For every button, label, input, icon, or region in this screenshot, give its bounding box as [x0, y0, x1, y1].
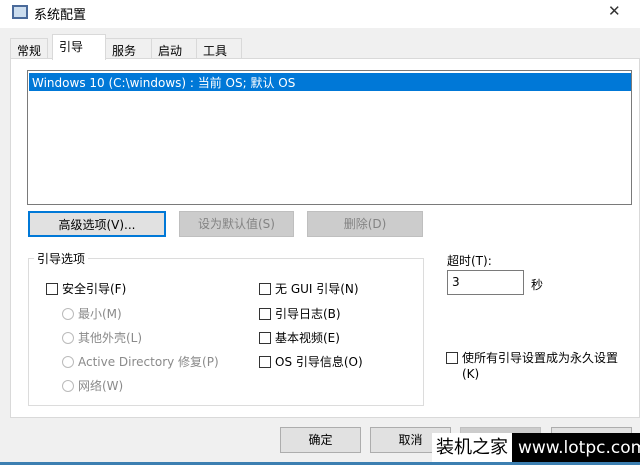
watermark-url: www.lotpc.com — [512, 433, 640, 463]
network-radio[interactable]: 网络(W) — [62, 377, 123, 394]
checkbox-icon — [46, 282, 58, 295]
watermark-text: 装机之家 — [432, 433, 512, 463]
alt-shell-radio[interactable]: 其他外壳(L) — [62, 329, 142, 346]
ok-button[interactable]: 确定 — [280, 427, 361, 453]
title-bar: 系统配置 ✕ — [0, 0, 640, 28]
network-label: 网络(W) — [78, 379, 124, 393]
os-info-label: OS 引导信息(O) — [275, 355, 363, 369]
tab-general[interactable]: 常规 — [10, 38, 49, 59]
radio-icon — [62, 379, 74, 392]
boot-log-label: 引导日志(B) — [275, 307, 341, 321]
radio-icon — [62, 307, 74, 320]
tab-services[interactable]: 服务 — [105, 38, 152, 59]
radio-icon — [62, 331, 74, 344]
permanent-label: 使所有引导设置成为永久设置(K) — [462, 351, 619, 381]
os-list-item[interactable]: Windows 10 (C:\windows) : 当前 OS; 默认 OS — [29, 73, 631, 91]
base-video-checkbox[interactable]: 基本视频(E) — [259, 329, 340, 346]
checkbox-icon — [446, 352, 458, 364]
timeout-unit: 秒 — [531, 278, 544, 292]
radio-icon — [62, 355, 74, 368]
tab-tools[interactable]: 工具 — [196, 38, 242, 59]
safe-boot-checkbox[interactable]: 安全引导(F) — [46, 280, 126, 297]
tab-boot[interactable]: 引导 — [52, 34, 106, 60]
checkbox-icon — [259, 355, 271, 368]
safe-boot-label: 安全引导(F) — [62, 282, 127, 296]
minimal-radio[interactable]: 最小(M) — [62, 305, 122, 322]
app-icon — [12, 5, 28, 19]
close-button[interactable]: ✕ — [608, 2, 621, 20]
permanent-checkbox[interactable]: 使所有引导设置成为永久设置(K) — [446, 350, 621, 382]
boot-options-label: 引导选项 — [34, 250, 89, 267]
no-gui-checkbox[interactable]: 无 GUI 引导(N) — [259, 280, 359, 297]
minimal-label: 最小(M) — [78, 307, 122, 321]
no-gui-label: 无 GUI 引导(N) — [275, 282, 359, 296]
os-info-checkbox[interactable]: OS 引导信息(O) — [259, 353, 363, 370]
window-title: 系统配置 — [34, 8, 87, 23]
delete-button[interactable]: 删除(D) — [307, 211, 423, 237]
timeout-label: 超时(T): — [447, 254, 492, 268]
base-video-label: 基本视频(E) — [275, 331, 340, 345]
set-default-button[interactable]: 设为默认值(S) — [179, 211, 294, 237]
ad-repair-label: Active Directory 修复(P) — [78, 355, 219, 369]
advanced-options-button[interactable]: 高级选项(V)... — [28, 211, 166, 237]
os-list[interactable]: Windows 10 (C:\windows) : 当前 OS; 默认 OS — [27, 70, 632, 205]
alt-shell-label: 其他外壳(L) — [78, 331, 143, 345]
checkbox-icon — [259, 331, 271, 344]
boot-log-checkbox[interactable]: 引导日志(B) — [259, 305, 341, 322]
checkbox-icon — [259, 307, 271, 320]
timeout-input[interactable]: 3 — [447, 270, 524, 295]
ad-repair-radio[interactable]: Active Directory 修复(P) — [62, 353, 219, 370]
checkbox-icon — [259, 282, 271, 295]
tab-startup[interactable]: 启动 — [151, 38, 197, 59]
